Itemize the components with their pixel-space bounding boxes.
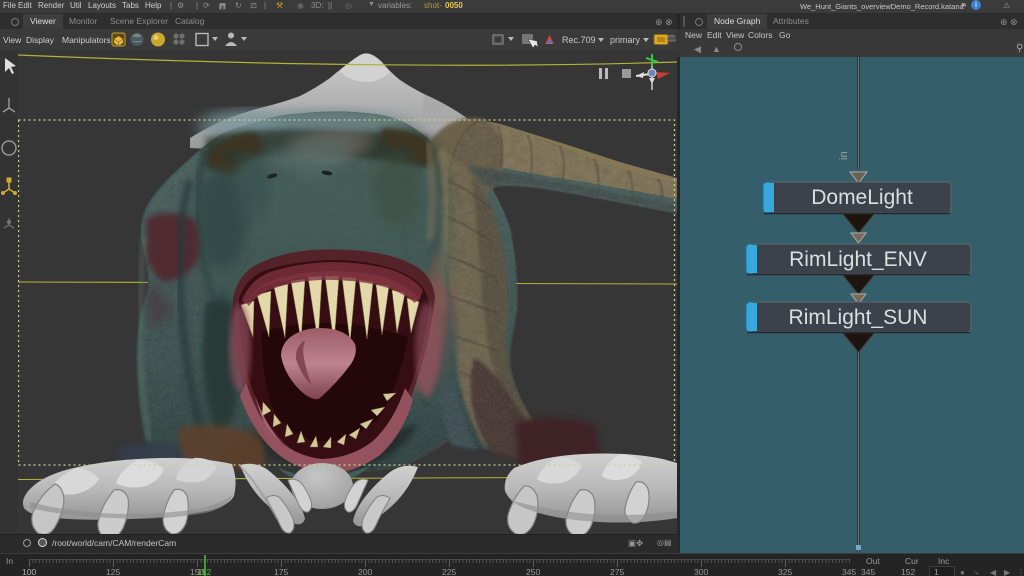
svg-text:RimLight_SUN: RimLight_SUN (789, 306, 928, 329)
svg-text:in: in (838, 151, 850, 160)
svg-text:DomeLight: DomeLight (811, 186, 913, 209)
svg-text:RimLight_ENV: RimLight_ENV (789, 248, 927, 271)
svg-text:primary: primary (610, 35, 641, 45)
svg-text:Rec.709: Rec.709 (562, 35, 596, 45)
